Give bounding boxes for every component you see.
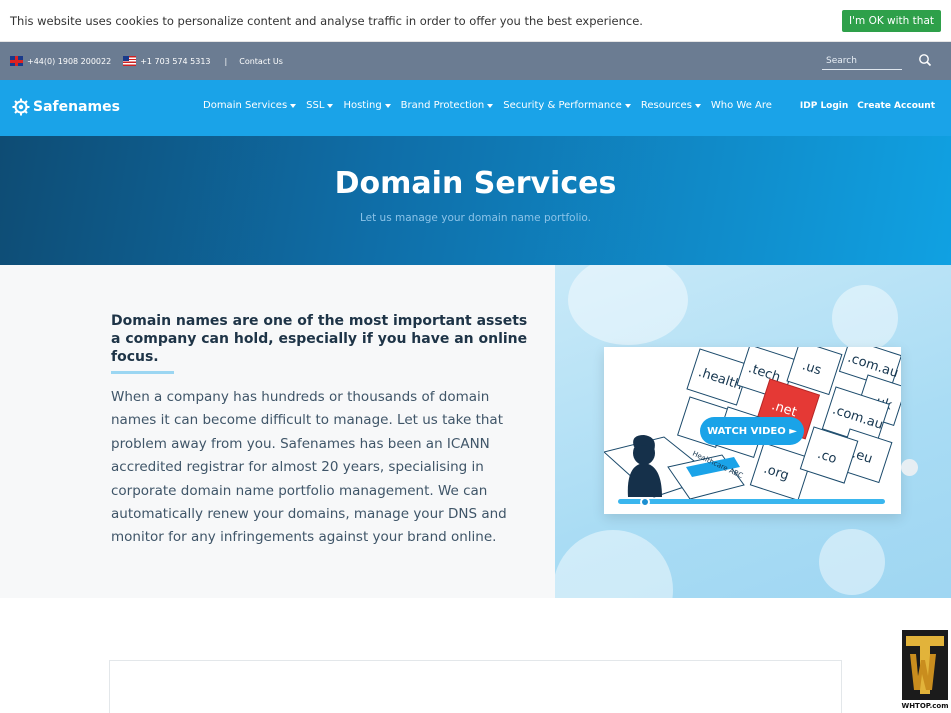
- chevron-down-icon: [384, 103, 391, 108]
- phone-us[interactable]: +1 703 574 5313: [123, 56, 211, 66]
- chevron-down-icon: [290, 103, 297, 108]
- nav-item-label: Who We Are: [710, 100, 772, 111]
- watch-video-button[interactable]: WATCH VIDEO ►: [700, 417, 804, 445]
- cookie-message: This website uses cookies to personalize…: [10, 13, 643, 28]
- main-navigation: Safenames Domain Services SSL Hosting Br…: [0, 80, 951, 136]
- uk-flag-icon: [10, 56, 23, 66]
- nav-item-who-we-are[interactable]: Who We Are: [711, 100, 772, 111]
- nav-item-brand-protection[interactable]: Brand Protection: [401, 100, 494, 111]
- safenames-logo[interactable]: Safenames: [12, 98, 120, 116]
- account-links: IDP Login Create Account: [791, 101, 935, 111]
- intro-body: When a company has hundreds or thousands…: [111, 389, 507, 546]
- nav-item-label: Resources: [640, 100, 692, 111]
- intro-lead: Domain names are one of the most importa…: [111, 313, 528, 365]
- lower-content-box: [109, 660, 842, 713]
- decor-bubble: [555, 530, 673, 598]
- decor-bubble: [832, 285, 898, 351]
- video-progress-handle[interactable]: [639, 497, 650, 507]
- nav-menu: Domain Services SSL Hosting Brand Protec…: [203, 100, 782, 111]
- whtop-watermark-icon: [902, 630, 948, 700]
- page-title: Domain Services: [334, 166, 617, 201]
- cookie-accept-button[interactable]: I'm OK with that: [842, 9, 941, 32]
- video-progress-bar[interactable]: [618, 499, 885, 504]
- intro-section: Domain names are one of the most importa…: [0, 265, 555, 598]
- nav-item-label: Domain Services: [203, 100, 288, 111]
- decor-bubble: [568, 265, 688, 345]
- carousel-dot[interactable]: [901, 459, 918, 476]
- nav-item-domain-services[interactable]: Domain Services: [203, 100, 297, 111]
- chevron-down-icon: [694, 103, 701, 108]
- nav-item-security-performance[interactable]: Security & Performance: [503, 100, 631, 111]
- gear-logo-icon: [12, 98, 30, 116]
- decor-bubble: [819, 529, 885, 595]
- lead-underline: [111, 371, 174, 374]
- nav-item-label: SSL: [306, 100, 325, 111]
- nav-item-label: Security & Performance: [503, 100, 622, 111]
- search-icon[interactable]: [918, 53, 932, 67]
- logo-text: Safenames: [33, 99, 120, 115]
- nav-item-label: Brand Protection: [400, 100, 485, 111]
- topbar-separator: |: [224, 56, 228, 66]
- chevron-down-icon: [327, 103, 334, 108]
- create-account-link[interactable]: Create Account: [857, 101, 935, 111]
- us-flag-icon: [123, 56, 137, 66]
- watermark-text: WHTOP.com: [901, 702, 949, 710]
- chevron-down-icon: [487, 103, 494, 108]
- hero-banner: Domain Services Let us manage your domai…: [0, 136, 951, 265]
- contact-bar: +44(0) 1908 200022 +1 703 574 5313 | Con…: [0, 42, 951, 80]
- page-subtitle: Let us manage your domain name portfolio…: [359, 212, 592, 224]
- phone-uk-number: +44(0) 1908 200022: [27, 56, 112, 66]
- nav-item-resources[interactable]: Resources: [641, 100, 701, 111]
- phone-uk[interactable]: +44(0) 1908 200022: [10, 56, 111, 66]
- chevron-down-icon: [624, 103, 631, 108]
- idp-login-link[interactable]: IDP Login: [800, 101, 848, 111]
- nav-item-hosting[interactable]: Hosting: [343, 100, 391, 111]
- search-input[interactable]: [822, 52, 902, 69]
- nav-item-label: Hosting: [343, 100, 382, 111]
- nav-item-ssl[interactable]: SSL: [306, 100, 334, 111]
- contact-us-link[interactable]: Contact Us: [239, 57, 283, 66]
- search-box: [822, 52, 902, 70]
- cookie-banner: This website uses cookies to personalize…: [0, 0, 951, 42]
- phone-us-number: +1 703 574 5313: [140, 56, 211, 66]
